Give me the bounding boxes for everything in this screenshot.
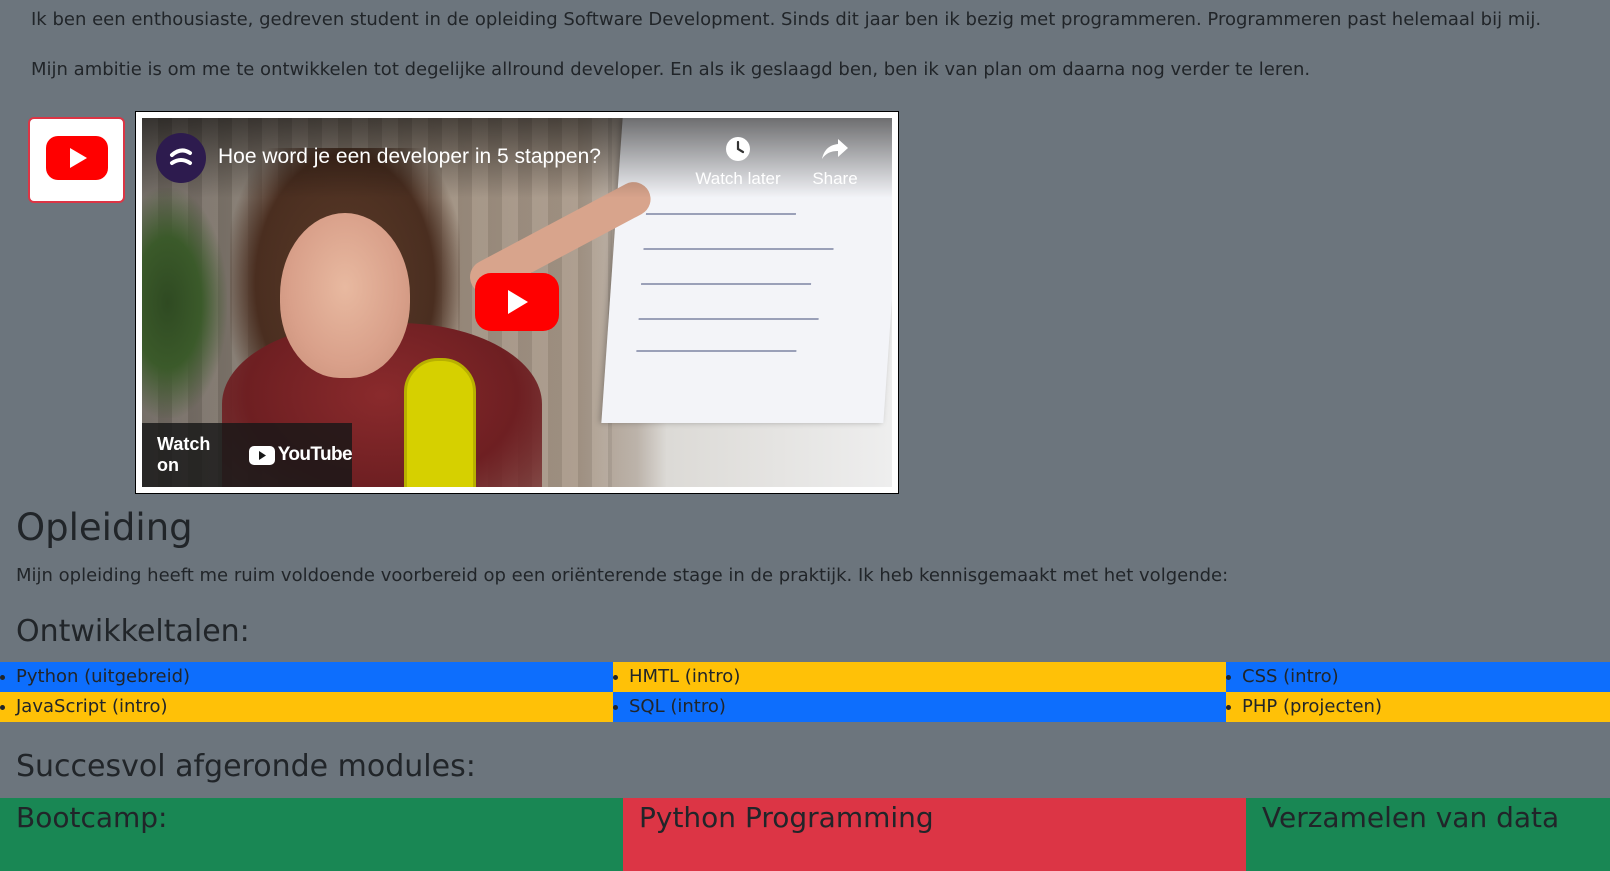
watch-on-label: Watch on	[157, 434, 211, 475]
youtube-icon	[45, 136, 108, 184]
watch-later-label: Watch later	[695, 169, 781, 188]
share-button[interactable]: Share	[790, 133, 880, 189]
ontwikkeltalen-heading: Ontwikkeltalen:	[16, 614, 250, 649]
video-title[interactable]: Hoe word je een developer in 5 stappen?	[218, 145, 601, 169]
play-button[interactable]	[475, 273, 559, 331]
list-item: HMTL (intro)	[613, 662, 1226, 692]
intro-paragraph-2: Mijn ambitie is om me te ontwikkelen tot…	[31, 59, 1311, 80]
list-item: CSS (intro)	[1226, 662, 1610, 692]
play-icon	[475, 273, 559, 331]
module-item: Python Programming	[623, 798, 1246, 871]
video-plant	[142, 188, 227, 418]
module-item: Bootcamp:	[0, 798, 623, 871]
video-player[interactable]: Hoe word je een developer in 5 stappen? …	[142, 118, 892, 487]
ontwikkeltalen-list: Python (uitgebreid) HMTL (intro) CSS (in…	[0, 662, 1610, 722]
clock-icon	[693, 133, 783, 165]
youtube-wordmark: YouTube	[277, 444, 353, 465]
video-embed[interactable]: Hoe word je een developer in 5 stappen? …	[135, 111, 899, 494]
video-microphone	[404, 358, 476, 487]
watch-later-button[interactable]: Watch later	[693, 133, 783, 189]
list-item: SQL (intro)	[613, 692, 1226, 722]
youtube-logo-icon: YouTube	[248, 444, 353, 466]
youtube-link-button[interactable]	[28, 117, 125, 203]
share-icon	[790, 133, 880, 165]
opleiding-heading: Opleiding	[16, 506, 193, 549]
intro-paragraph-1: Ik ben een enthousiaste, gedreven studen…	[31, 9, 1542, 30]
module-item: Verzamelen van data	[1246, 798, 1610, 871]
list-item: Python (uitgebreid)	[0, 662, 613, 692]
page: Ik ben een enthousiaste, gedreven studen…	[0, 0, 1610, 871]
video-person-face	[280, 213, 410, 378]
channel-avatar[interactable]	[156, 133, 206, 183]
share-label: Share	[812, 169, 858, 188]
opleiding-text: Mijn opleiding heeft me ruim voldoende v…	[16, 565, 1229, 586]
watch-on-youtube-button[interactable]: Watch on YouTube	[142, 423, 353, 487]
modules-list: Bootcamp: Python Programming Verzamelen …	[0, 798, 1610, 871]
list-item: PHP (projecten)	[1226, 692, 1610, 722]
modules-heading: Succesvol afgeronde modules:	[16, 749, 476, 784]
list-item: JavaScript (intro)	[0, 692, 613, 722]
